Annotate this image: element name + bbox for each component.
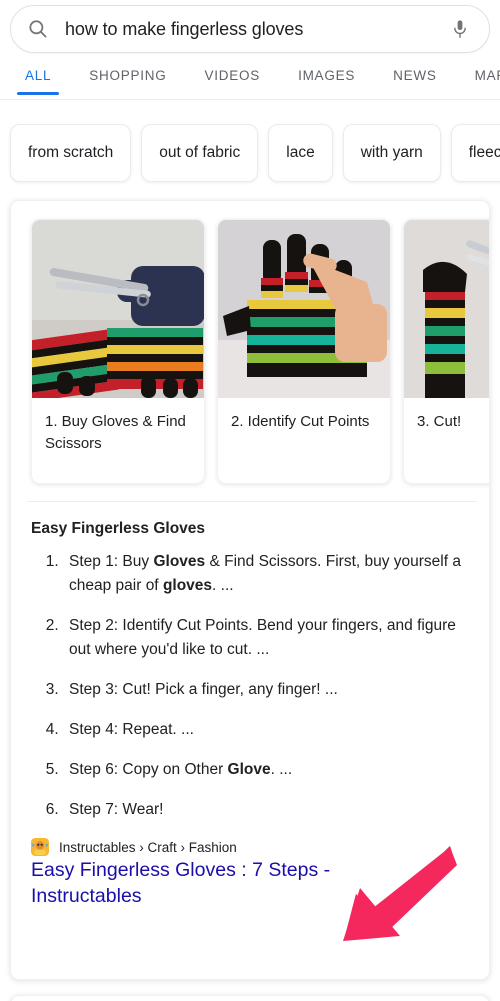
related-search-chips[interactable]: from scratch out of fabric lace with yar… <box>0 120 500 186</box>
step-image-3 <box>404 220 489 398</box>
tab-videos-label: VIDEOS <box>204 68 261 83</box>
tab-images[interactable]: IMAGES <box>298 62 355 83</box>
step-image-2 <box>218 220 390 398</box>
snippet-title: Easy Fingerless Gloves <box>31 520 206 537</box>
snippet-step-list: Step 1: Buy Gloves & Find Scissors. Firs… <box>11 550 489 822</box>
featured-snippet-body: Easy Fingerless Gloves Step 1: Buy Glove… <box>11 502 489 910</box>
snippet-step-4: Step 4: Repeat. ... <box>63 718 463 742</box>
search-input[interactable] <box>65 18 449 40</box>
tab-active-underline <box>17 92 60 95</box>
source-attribution[interactable]: Instructables › Craft › Fashion <box>31 838 489 857</box>
tab-images-label: IMAGES <box>298 68 356 83</box>
instructables-favicon <box>31 838 49 857</box>
tab-news[interactable]: NEWS <box>393 62 437 83</box>
chip-out-of-fabric[interactable]: out of fabric <box>141 124 259 182</box>
source-link-title[interactable]: Easy Fingerless Gloves : 7 Steps - Instr… <box>31 858 411 909</box>
search-tabs[interactable]: ALL SHOPPING VIDEOS IMAGES NEWS MAPS <box>0 62 500 100</box>
chip-label: from scratch <box>28 144 114 161</box>
step-card-3[interactable]: 3. Cut! <box>403 219 489 484</box>
chip-label: lace <box>286 144 315 161</box>
step-carousel[interactable]: 1. Buy Gloves & Find Scissors 2. Identif… <box>11 201 489 501</box>
step-card-1-label: 1. Buy Gloves & Find Scissors <box>45 413 186 452</box>
tab-all[interactable]: ALL <box>17 62 60 95</box>
google-search-results-page: ALL SHOPPING VIDEOS IMAGES NEWS MAPS fro… <box>0 0 500 1001</box>
tab-videos[interactable]: VIDEOS <box>205 62 261 83</box>
microphone-icon[interactable] <box>449 17 471 41</box>
featured-snippet-card: 1. Buy Gloves & Find Scissors 2. Identif… <box>10 200 490 980</box>
next-result-card-peek[interactable] <box>10 995 490 1001</box>
step-card-3-label: 3. Cut! <box>417 413 462 430</box>
tab-maps-label: MAPS <box>474 68 500 83</box>
tab-shopping[interactable]: SHOPPING <box>89 62 166 83</box>
chip-label: out of fabric <box>159 144 241 161</box>
tab-shopping-label: SHOPPING <box>89 68 167 83</box>
tab-news-label: NEWS <box>393 68 437 83</box>
chip-lace[interactable]: lace <box>268 124 333 182</box>
chip-fleece[interactable]: fleece <box>450 124 500 182</box>
snippet-step-1: Step 1: Buy Gloves & Find Scissors. Firs… <box>63 550 463 598</box>
chip-with-yarn[interactable]: with yarn <box>342 124 441 182</box>
tab-maps[interactable]: MAPS <box>475 62 500 83</box>
step-card-1[interactable]: 1. Buy Gloves & Find Scissors <box>31 219 205 484</box>
step-card-2-label: 2. Identify Cut Points <box>231 413 370 430</box>
snippet-step-6: Step 7: Wear! <box>63 798 463 822</box>
snippet-step-2: Step 2: Identify Cut Points. Bend your f… <box>63 614 463 662</box>
search-icon[interactable] <box>27 18 49 40</box>
step-image-1 <box>32 220 204 398</box>
snippet-step-3: Step 3: Cut! Pick a finger, any finger! … <box>63 678 463 702</box>
breadcrumb: Instructables › Craft › Fashion <box>59 839 237 855</box>
snippet-step-5: Step 6: Copy on Other Glove. ... <box>63 758 463 782</box>
chip-label: fleece <box>468 144 500 161</box>
search-bar[interactable] <box>10 5 490 53</box>
step-card-2[interactable]: 2. Identify Cut Points <box>217 219 391 484</box>
chip-from-scratch[interactable]: from scratch <box>10 124 132 182</box>
tabs-divider <box>0 99 500 100</box>
tab-all-label: ALL <box>25 68 52 83</box>
chip-label: with yarn <box>360 144 423 161</box>
